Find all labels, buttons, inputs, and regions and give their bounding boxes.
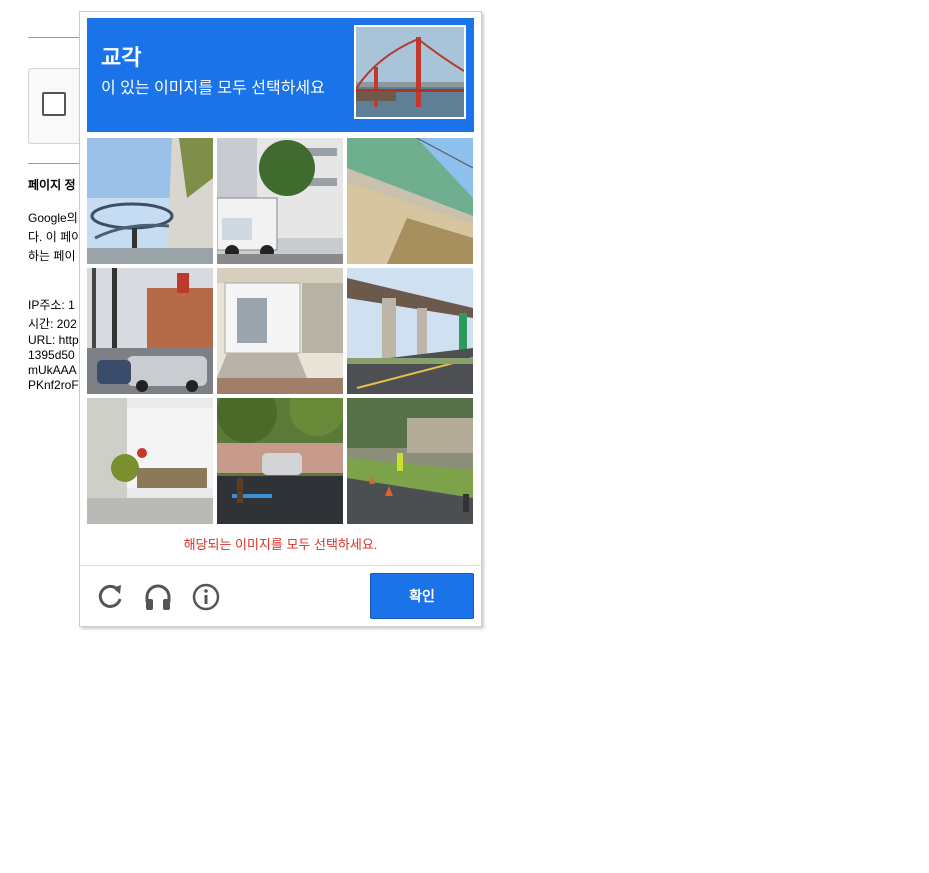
audio-challenge-button[interactable] <box>141 580 175 614</box>
help-button[interactable] <box>189 580 223 614</box>
challenge-target: 교각 <box>101 45 142 70</box>
image-tile[interactable] <box>217 398 343 524</box>
image-grid <box>87 138 474 525</box>
recaptcha-challenge: 교각 이 있는 이미지를 모두 선택하세요 해당되는 이미지를 모두 선택하세요… <box>79 11 482 627</box>
headphones-icon <box>145 584 171 610</box>
url-continuation: mUkAAA <box>28 363 77 377</box>
image-tile[interactable] <box>87 268 213 394</box>
section-title: 페이지 정 <box>28 178 76 192</box>
image-tile[interactable] <box>217 268 343 394</box>
image-tile[interactable] <box>217 138 343 264</box>
url-line: URL: http <box>28 333 79 347</box>
image-tile[interactable] <box>347 138 473 264</box>
reload-icon <box>98 584 122 608</box>
ip-address-line: IP주소: 1 <box>28 298 75 312</box>
url-continuation: 1395d50 <box>28 348 75 362</box>
error-message: 해당되는 이미지를 모두 선택하세요. <box>183 537 378 552</box>
image-tile[interactable] <box>347 398 473 524</box>
image-tile[interactable] <box>347 268 473 394</box>
challenge-instruction: 이 있는 이미지를 모두 선택하세요 <box>101 80 325 97</box>
image-tile[interactable] <box>87 138 213 264</box>
info-icon <box>192 583 220 611</box>
reload-button[interactable] <box>93 580 127 614</box>
url-continuation: PKnf2roF <box>28 378 79 392</box>
paragraph-line: 다. 이 페이 <box>28 230 83 244</box>
sample-image <box>354 25 466 119</box>
footer-divider <box>80 565 481 566</box>
paragraph-line: 하는 페이 <box>28 249 76 263</box>
verify-button[interactable]: 확인 <box>370 573 474 619</box>
image-tile[interactable] <box>87 398 213 524</box>
recaptcha-checkbox[interactable] <box>42 92 66 116</box>
paragraph-line: Google의 <box>28 211 78 225</box>
challenge-header: 교각 이 있는 이미지를 모두 선택하세요 <box>87 18 474 132</box>
time-line: 시간: 202 <box>28 317 77 331</box>
